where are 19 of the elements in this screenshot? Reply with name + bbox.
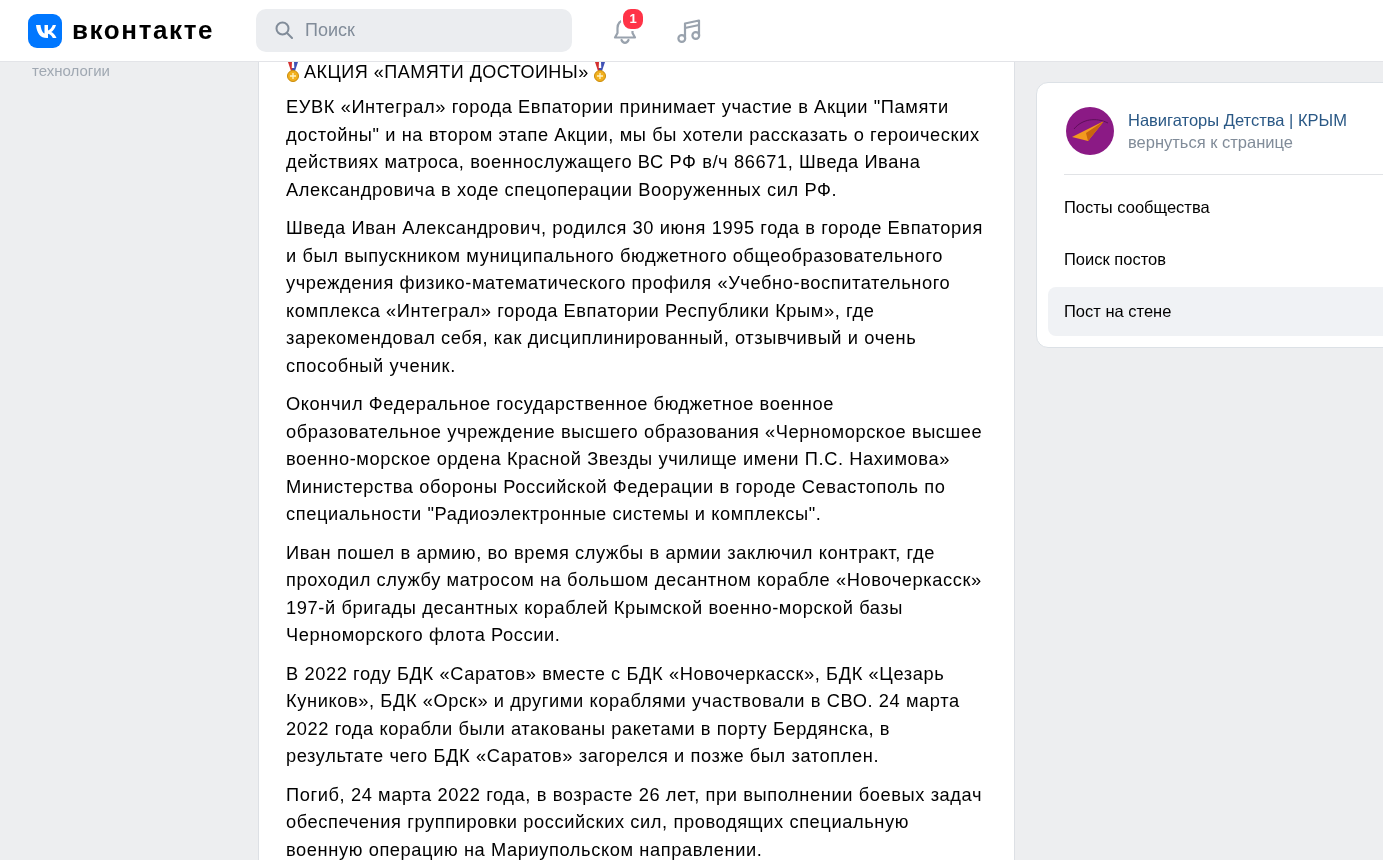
post-title: АКЦИЯ «ПАМЯТИ ДОСТОИНЫ»	[304, 62, 589, 82]
logo-wordmark[interactable]: вконтакте	[72, 15, 215, 46]
search-field[interactable]: Поиск	[256, 9, 572, 52]
post-paragraph: Окончил Федеральное государственное бюджетное военное образовательное учреждение высшего образования «Черноморское высшее военно-морское ордена Красной Звезды училище имени П.С. Нахимова» Министерства обороны Российской Федерации в городе Севастополь по специальности "Радиоэлектронные системы и комплексы".	[286, 392, 984, 526]
search-icon	[275, 21, 293, 39]
music-note-icon[interactable]	[675, 16, 703, 45]
post-paragraph: Погиб, 24 марта 2022 года, в возрасте 26 лет, при выполнении боевых задач обеспечения группировки российских сил, проводящих специальную военную операцию на Мариупольском направлении.	[286, 782, 984, 860]
group-avatar[interactable]	[1066, 107, 1114, 155]
menu-item[interactable]: Поиск постов	[1048, 235, 1383, 284]
post-paragraph: Шведа Иван Александрович, родился 30 июня 1995 года в городе Евпатория и был выпускником муниципального бюджетного общеобразовательного учреждения физико-математического профиля «Учебно-воспитательного комплекса «Интеграл» города Евпатории Республики Крым», где зарекомендовал себя, как дисциплинированный, отзывчивый и очень способный ученик.	[286, 216, 984, 378]
menu-item[interactable]: Посты сообщества	[1048, 183, 1383, 232]
group-name-link[interactable]: Навигаторы Детства | КРЫМ	[1128, 110, 1347, 130]
back-link[interactable]: вернуться к странице	[1128, 132, 1347, 152]
post-paragraph: ЕУВК «Интеграл» города Евпатории принимает участие в Акции "Памяти достойны" и на втором этапе Акции, мы бы хотели рассказать о героических действиях матроса, военнослужащего ВС РФ в/ч 86671, Шведа Ивана Александровича в ходе спецоперации Вооруженных сил РФ.	[286, 95, 981, 202]
post-paragraph: В 2022 году БДК «Саратов» вместе с БДК «Новочеркасск», БДК «Цезарь Куников», БДК «Орск» и другими кораблями участвовали в СВО. 24 марта 2022 года корабли были атакованы ракетами в порту Бердянска, в результате чего БДК «Саратов» загорелся и позже был затоплен.	[286, 661, 961, 768]
menu-item[interactable]: Пост на стене	[1048, 287, 1383, 336]
post-paragraph: Иван пошел в армию, во время службы в армии заключил контракт, где проходил службу матросом на большом десантном корабле «Новочеркасск» 197-й бригады десантных кораблей Крымской военно-морской базы Черноморского флота России.	[286, 540, 983, 647]
notification-count: 1	[621, 6, 645, 31]
logo-icon[interactable]	[28, 13, 62, 48]
